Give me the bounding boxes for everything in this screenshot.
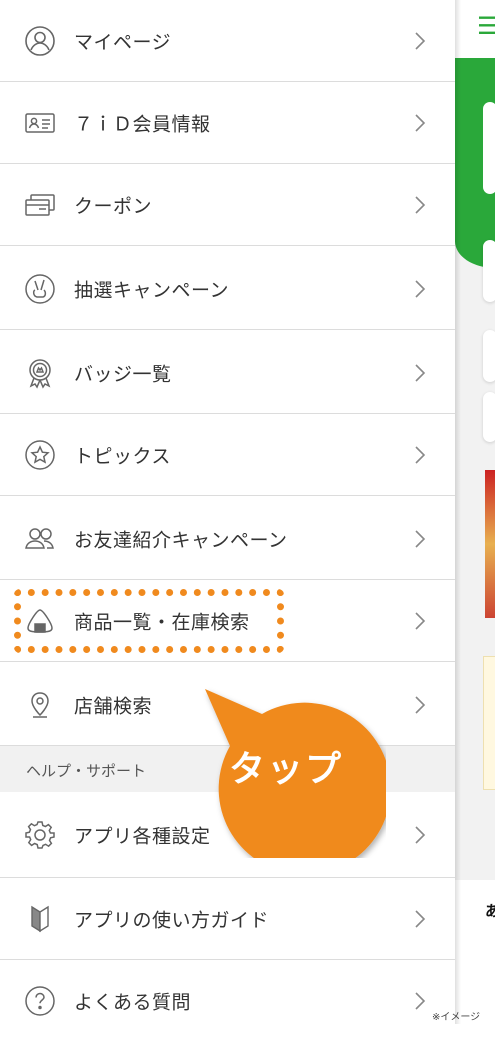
menu-item-label: マイページ — [74, 31, 172, 53]
menu-item-topics[interactable]: トピックス — [0, 414, 455, 496]
chevron-right-icon — [415, 445, 426, 464]
chevron-right-icon — [415, 992, 426, 1010]
menu-item-lottery-campaign[interactable]: 抽選キャンペーン — [0, 248, 455, 330]
menu-item-label: クーポン — [74, 195, 153, 217]
menu-item-faq[interactable]: よくある質問 — [0, 960, 455, 1042]
id-card-icon — [24, 107, 56, 139]
menu-item-label: ７ｉＤ会員情報 — [74, 113, 211, 135]
background-food-photo — [485, 470, 495, 618]
image-note: ※イメージ — [432, 1012, 481, 1023]
menu-item-friend-referral[interactable]: お友達紹介キャンペーン — [0, 498, 455, 580]
menu-item-label: 店舗検索 — [74, 695, 153, 717]
chevron-right-icon — [415, 695, 426, 714]
chevron-right-icon — [415, 31, 426, 50]
peace-hand-icon — [24, 273, 56, 305]
tap-instruction-label: タップ — [229, 749, 344, 790]
drawer-shadow — [455, 0, 461, 1024]
chevron-right-icon — [415, 825, 426, 844]
background-footer-text: あ — [485, 902, 495, 920]
side-drawer-menu: マイページ ７ｉＤ会員情報 クーポン 抽選キャンペーン バッジ一覧 トピックス … — [0, 0, 455, 1024]
menu-item-label: バッジ一覧 — [74, 363, 172, 385]
background-topbar: ☰ — [455, 0, 495, 58]
chevron-right-icon — [415, 363, 426, 382]
chevron-right-icon — [415, 611, 426, 630]
hamburger-icon[interactable]: ☰ — [477, 14, 495, 38]
menu-item-coupon[interactable]: クーポン — [0, 164, 455, 246]
menu-item-label: よくある質問 — [74, 991, 192, 1014]
location-pin-icon — [24, 689, 56, 721]
background-card — [483, 392, 495, 442]
coupon-icon — [24, 189, 56, 221]
section-header-label: ヘルプ・サポート — [26, 762, 147, 780]
background-notice-box — [483, 656, 495, 790]
menu-item-app-guide[interactable]: アプリの使い方ガイド — [0, 878, 455, 960]
menu-item-mypage[interactable]: マイページ — [0, 0, 455, 82]
menu-item-label: アプリ各種設定 — [74, 825, 211, 847]
beginner-mark-icon — [24, 903, 56, 935]
friends-icon — [24, 523, 56, 555]
badge-icon — [24, 357, 56, 389]
background-app: ☰ あ — [455, 0, 495, 1024]
background-card — [483, 102, 495, 194]
chevron-right-icon — [415, 909, 426, 928]
chevron-right-icon — [415, 113, 426, 132]
chevron-right-icon — [415, 529, 426, 548]
tap-highlight-frame — [14, 589, 284, 653]
background-card — [483, 240, 495, 302]
star-circle-icon — [24, 439, 56, 471]
menu-item-badge-list[interactable]: バッジ一覧 — [0, 332, 455, 414]
menu-item-label: お友達紹介キャンペーン — [74, 529, 288, 551]
person-circle-icon — [24, 25, 56, 57]
menu-item-label: トピックス — [74, 445, 171, 467]
menu-item-7id-member-info[interactable]: ７ｉＤ会員情報 — [0, 82, 455, 164]
background-card — [483, 330, 495, 382]
menu-item-label: アプリの使い方ガイド — [74, 909, 270, 931]
chevron-right-icon — [415, 195, 426, 214]
gear-icon — [24, 819, 56, 851]
menu-item-label: 抽選キャンペーン — [74, 279, 230, 301]
question-circle-icon — [24, 985, 56, 1017]
chevron-right-icon — [415, 279, 426, 298]
